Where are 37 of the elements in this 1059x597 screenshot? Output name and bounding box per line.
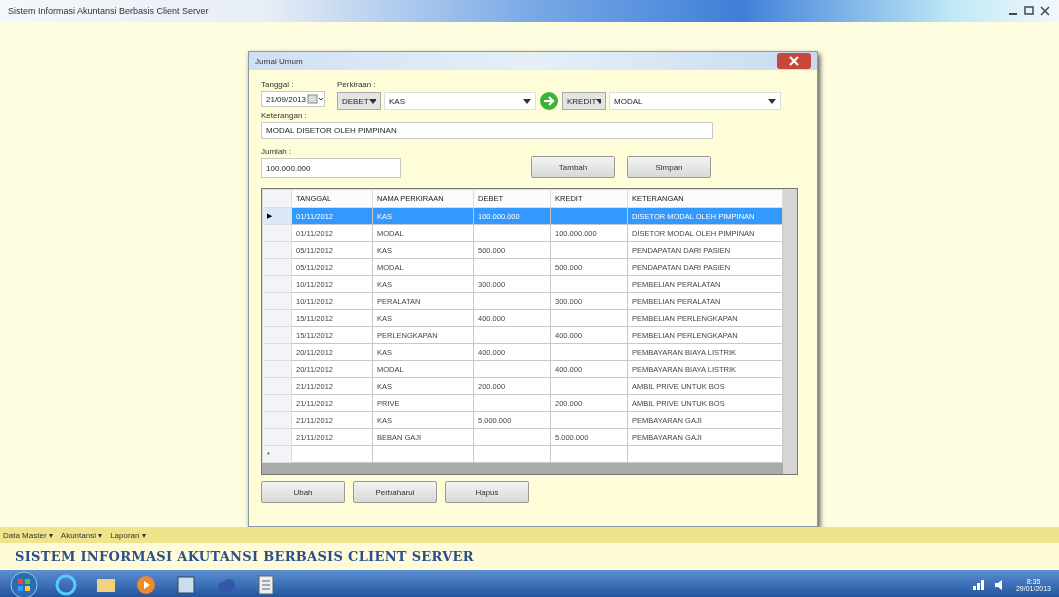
- dropdown[interactable]: KAS: [384, 92, 536, 110]
- date-field[interactable]: 21/09/2013: [261, 91, 325, 107]
- window-icon[interactable]: [174, 573, 198, 597]
- caret-icon: [523, 98, 531, 104]
- arrow-right-icon: [539, 91, 559, 111]
- field-label: Keterangan :: [261, 111, 308, 120]
- calendar-icon: [307, 93, 323, 105]
- maximize-icon[interactable]: [1023, 6, 1035, 16]
- window-title: Sistem Informasi Akuntansi Berbasis Client Server: [8, 6, 209, 16]
- field-label: Perkiraan :: [337, 80, 377, 89]
- dropdown[interactable]: DEBET: [337, 92, 381, 110]
- form-button[interactable]: Hapus: [445, 481, 529, 503]
- menu-item[interactable]: Akuntansi ▾: [60, 530, 103, 540]
- browser-icon[interactable]: [54, 573, 78, 597]
- close-icon[interactable]: [777, 53, 811, 69]
- form-button[interactable]: Simpan: [627, 156, 711, 178]
- network-icon[interactable]: [971, 579, 986, 591]
- dropdown[interactable]: MODAL: [609, 92, 781, 110]
- media-play-icon[interactable]: [134, 573, 158, 597]
- scrollbar[interactable]: [783, 189, 797, 474]
- form-button[interactable]: Ubah: [261, 481, 345, 503]
- menu-item[interactable]: Data Master ▾: [3, 530, 53, 540]
- caret-icon: [596, 98, 601, 104]
- field-label: Tanggal :: [261, 80, 295, 89]
- amount-field[interactable]: 100.000.000: [261, 158, 401, 178]
- dialog-title: Jurnal Umum: [255, 56, 303, 66]
- close-icon[interactable]: [1039, 6, 1051, 16]
- caret-icon: [368, 98, 376, 104]
- form-button[interactable]: Perbaharui: [353, 481, 437, 503]
- app-banner-title: SISTEM INFORMASI AKUTANSI BERBASIS CLIENT SERVER: [15, 549, 474, 564]
- description-field[interactable]: MODAL DISETOR OLEH PIMPINAN: [261, 122, 713, 139]
- menu-item[interactable]: Laporan ▾: [110, 530, 146, 540]
- start-orb-icon[interactable]: [10, 571, 38, 597]
- dropdown[interactable]: KREDIT: [562, 92, 606, 110]
- caret-icon: [768, 98, 776, 104]
- form-button[interactable]: Tambah: [531, 156, 615, 178]
- field-label: Jumlah :: [261, 147, 293, 156]
